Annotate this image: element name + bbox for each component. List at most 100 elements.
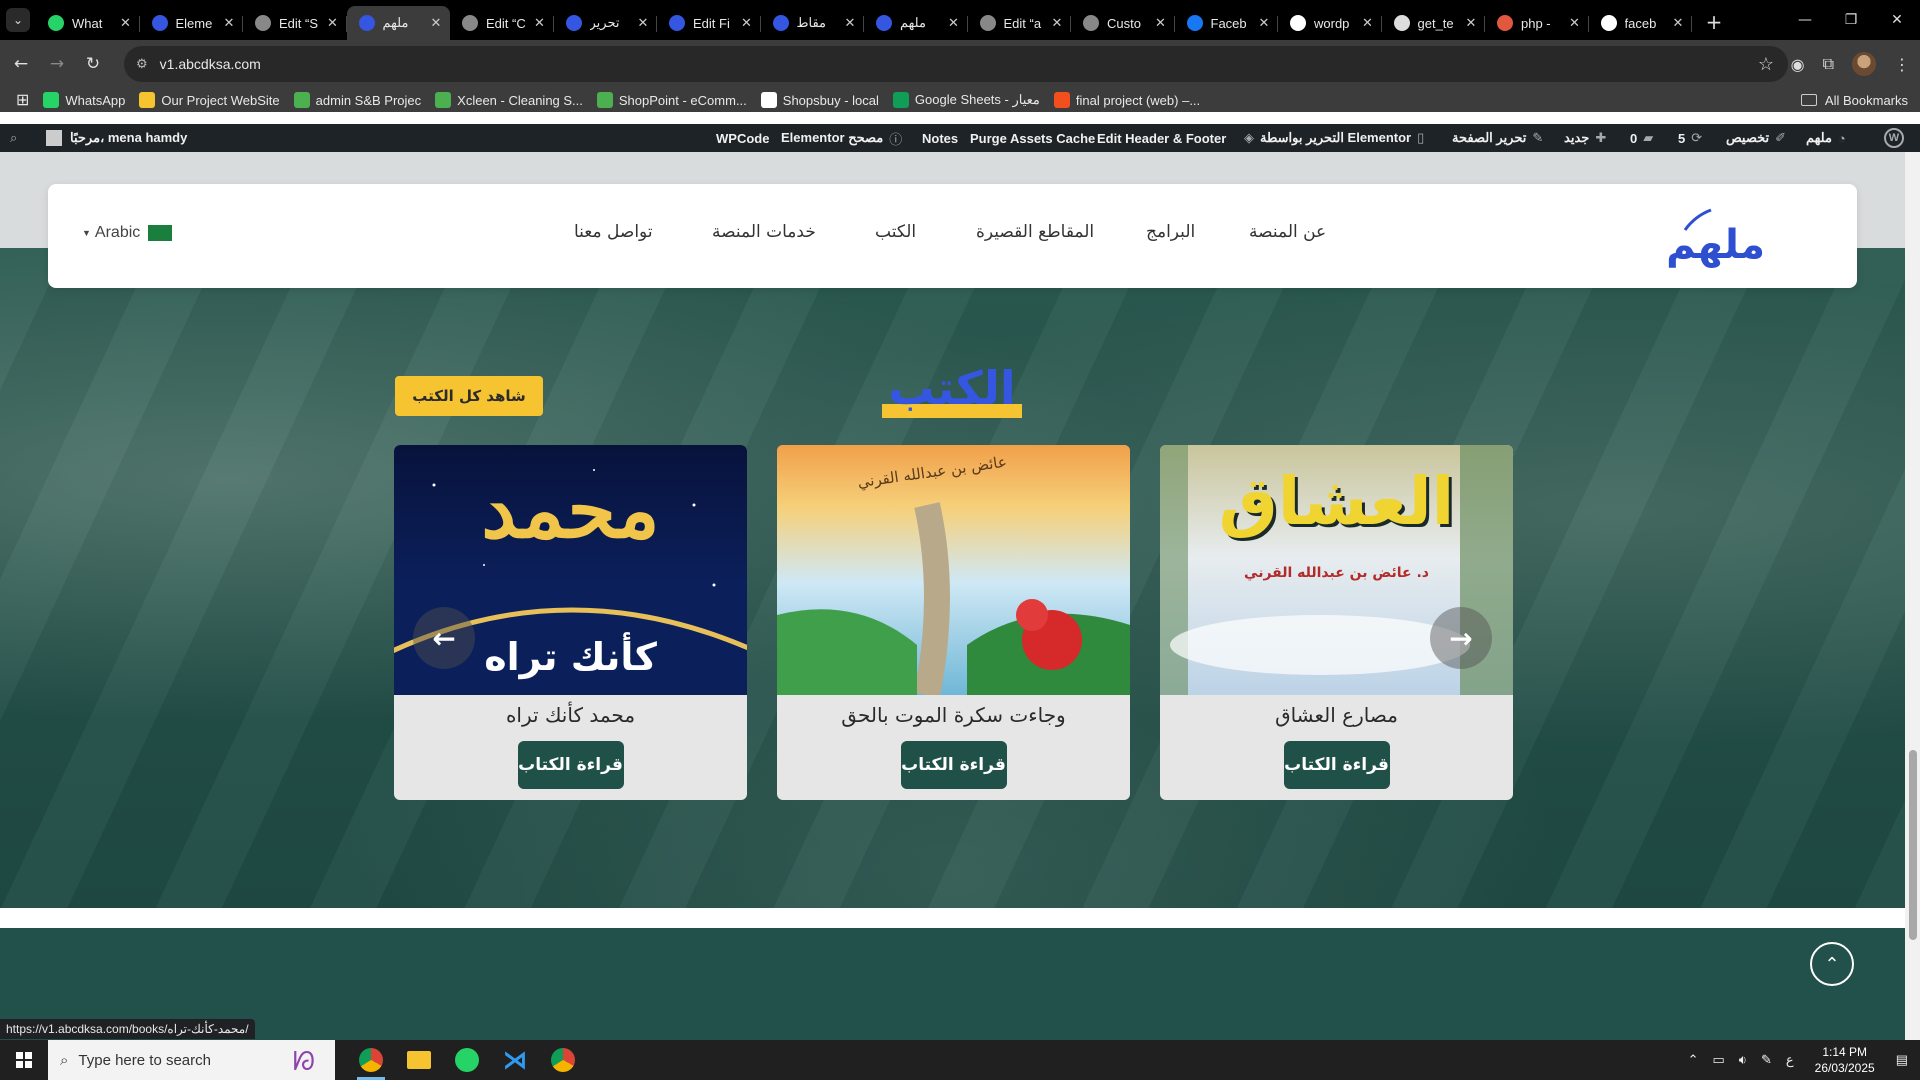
profile-avatar[interactable] [1852,52,1876,76]
carousel-prev-arrow-icon[interactable]: ← [413,607,475,669]
browser-tab[interactable]: Edit “S ✕ [243,6,347,40]
book-title[interactable]: مصارع العشاق [1160,703,1513,727]
browser-tab[interactable]: php - ✕ [1485,6,1589,40]
bookmark-star-icon[interactable]: ☆ [1758,54,1774,75]
bookmark-item[interactable]: WhatsApp [43,92,125,108]
browser-tab[interactable]: Eleme ✕ [140,6,243,40]
book-card-death-agony[interactable]: عائض بن عبدالله القرني وجاءت سكرة الموت … [777,445,1130,800]
wp-account[interactable]: مرحبًا، mena hamdy [40,124,187,152]
close-window-button[interactable]: ✕ [1874,0,1920,40]
bookmark-item[interactable]: Shopsbuy - local [760,92,879,108]
tab-close-icon[interactable]: ✕ [842,16,858,31]
wp-comments[interactable]: 0 ▰ [1630,124,1659,152]
wp-search-icon[interactable]: ⌕ [10,124,23,152]
tab-close-icon[interactable]: ✕ [118,16,134,31]
browser-tab[interactable]: Edit Fi ✕ [657,6,761,40]
reload-button[interactable]: ↻ [78,49,108,79]
browser-tab[interactable]: ملهم ✕ [864,6,968,40]
tab-close-icon[interactable]: ✕ [1463,16,1479,31]
tab-close-icon[interactable]: ✕ [1360,16,1376,31]
wp-edit-elementor[interactable]: ◈ التحرير بواسطة Elementor ▯ [1238,124,1430,152]
wp-new[interactable]: جديد ✚ [1564,124,1612,152]
tab-close-icon[interactable]: ✕ [221,16,237,31]
browser-tab[interactable]: Edit “C ✕ [450,6,554,40]
wp-updates[interactable]: 5 ⟳ [1678,124,1708,152]
bookmark-item[interactable]: Xcleen - Cleaning S... [435,92,583,108]
book-title[interactable]: وجاءت سكرة الموت بالحق [777,703,1130,727]
browser-tab[interactable]: wordp ✕ [1278,6,1382,40]
view-all-books-button[interactable]: شاهد كل الكتب [395,376,543,416]
apps-icon[interactable]: ⊞ [16,90,29,110]
tab-close-icon[interactable]: ✕ [428,16,444,31]
browser-tab[interactable]: Edit “a ✕ [968,6,1071,40]
tab-search-button[interactable]: ⌄ [0,0,36,40]
read-book-button[interactable]: قراءة الكتاب [517,741,624,789]
tab-close-icon[interactable]: ✕ [1256,16,1272,31]
wp-notes[interactable]: Notes [922,124,958,152]
scroll-to-top-icon[interactable]: ⌃ [1810,942,1854,986]
browser-tab[interactable]: faceb ✕ [1589,6,1692,40]
bookmark-item[interactable]: admin S&B Projec [293,92,421,108]
tab-close-icon[interactable]: ✕ [532,16,548,31]
browser-tab[interactable]: ملهم ✕ [346,6,450,40]
wp-wpcode[interactable]: WPCode [716,124,769,152]
menu-programs[interactable]: البرامج [1146,222,1195,242]
tab-close-icon[interactable]: ✕ [635,16,651,31]
taskbar-whatsapp[interactable] [443,1040,491,1080]
bookmark-item[interactable]: Our Project WebSite [139,92,280,108]
tab-close-icon[interactable]: ✕ [1670,16,1686,31]
forward-button[interactable]: → [42,49,72,79]
browser-tab[interactable]: مقاط ✕ [761,6,864,40]
wp-edit-header-footer[interactable]: Edit Header & Footer [1097,124,1226,152]
taskbar-chrome[interactable] [347,1040,395,1080]
taskbar-chrome-2[interactable] [539,1040,587,1080]
wp-logo[interactable]: W [1884,124,1904,152]
new-tab-button[interactable]: + [1698,10,1730,34]
tab-close-icon[interactable]: ✕ [325,16,341,31]
bookmark-item[interactable]: ShopPoint - eComm... [596,92,747,108]
restore-button[interactable]: ❐ [1828,0,1874,40]
taskbar-clock[interactable]: 1:14 PM 26/03/2025 [1815,1044,1875,1076]
bookmark-item[interactable]: final project (web) –... [1053,92,1200,108]
language-switcher[interactable]: ▼ Arabic [82,224,173,242]
book-cover[interactable]: عائض بن عبدالله القرني [777,445,1130,695]
menu-contact[interactable]: تواصل معنا [574,222,653,242]
browser-tab[interactable]: Faceb ✕ [1175,6,1278,40]
volume-icon[interactable]: 🔉︎ [1739,1052,1747,1068]
wp-purge-cache[interactable]: Purge Assets Cache [970,124,1095,152]
menu-about[interactable]: عن المنصة [1249,222,1326,242]
tray-chevron-icon[interactable]: ⌃ [1688,1052,1699,1068]
notifications-icon[interactable]: ▤ [1896,1052,1908,1068]
address-bar[interactable]: ⚙ v1.abcdksa.com ☆ [124,46,1788,82]
carousel-next-arrow-icon[interactable]: → [1430,607,1492,669]
bookmark-item[interactable]: Google Sheets - معيار [892,92,1040,108]
menu-short-clips[interactable]: المقاطع القصيرة [976,222,1094,242]
tab-close-icon[interactable]: ✕ [1049,16,1065,31]
wp-customize[interactable]: تخصيص ✐ [1726,124,1792,152]
browser-tab[interactable]: Custo ✕ [1071,6,1175,40]
taskbar-file-explorer[interactable] [395,1040,443,1080]
minimize-button[interactable]: — [1782,0,1828,40]
scrollbar-thumb[interactable] [1909,750,1917,940]
site-info-icon[interactable]: ⚙ [136,56,148,72]
start-button[interactable] [0,1040,48,1080]
camera-icon[interactable]: ◉ [1791,55,1805,74]
extensions-icon[interactable]: ⧉ [1823,54,1834,74]
all-bookmarks-button[interactable]: All Bookmarks [1800,93,1908,108]
chrome-menu-icon[interactable]: ⋮ [1894,55,1910,74]
read-book-button[interactable]: قراءة الكتاب [1283,741,1390,789]
input-language[interactable]: ع [1786,1052,1794,1068]
tab-close-icon[interactable]: ✕ [739,16,755,31]
tab-close-icon[interactable]: ✕ [1153,16,1169,31]
menu-services[interactable]: خدمات المنصة [712,222,816,242]
read-book-button[interactable]: قراءة الكتاب [900,741,1007,789]
menu-books[interactable]: الكتب [875,222,916,242]
wp-elementor-debugger[interactable]: Elementor مصحح ⓘ [781,124,908,152]
tab-close-icon[interactable]: ✕ [946,16,962,31]
browser-tab[interactable]: get_te ✕ [1382,6,1485,40]
tab-close-icon[interactable]: ✕ [1567,16,1583,31]
browser-tab[interactable]: What ✕ [36,6,140,40]
pen-icon[interactable]: ✎ [1761,1052,1772,1068]
taskbar-vscode[interactable]: ⋊ [491,1040,539,1080]
network-icon[interactable]: ▭ [1712,1052,1724,1068]
